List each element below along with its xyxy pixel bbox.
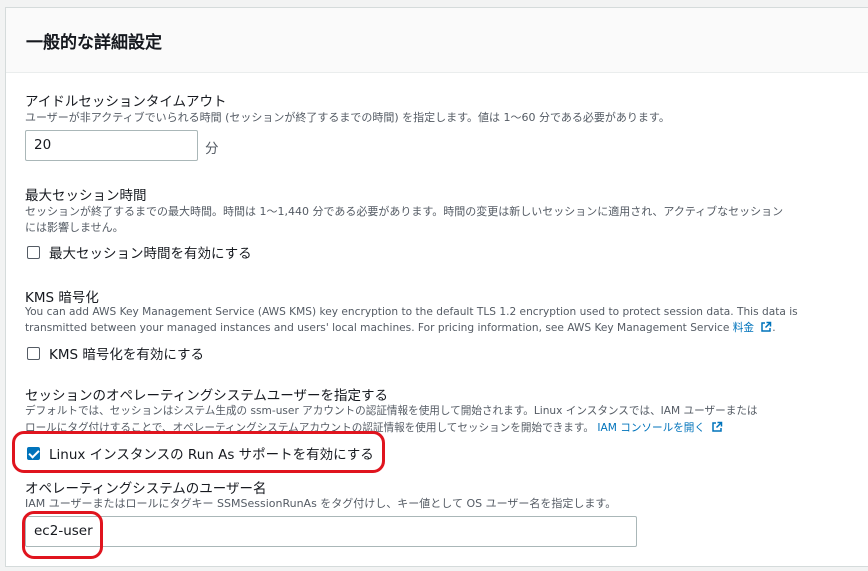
kms-checkbox[interactable]	[27, 346, 40, 360]
idle-timeout-unit: 分	[205, 141, 219, 157]
kms-period: .	[772, 322, 776, 334]
max-session-label: 最大セッション時間	[25, 188, 147, 204]
kms-description-text: transmitted between your managed instanc…	[25, 322, 730, 334]
max-session-description-line2: には影響しません。	[25, 221, 124, 234]
kms-pricing-link[interactable]: 料金	[733, 322, 754, 334]
max-session-checkbox[interactable]	[27, 245, 40, 259]
os-user-input[interactable]: ec2-user	[25, 516, 637, 547]
external-link-icon[interactable]	[711, 421, 723, 433]
kms-checkbox-label[interactable]: KMS 暗号化を有効にする	[49, 343, 204, 363]
idle-timeout-label: アイドルセッションタイムアウト	[25, 94, 227, 110]
panel-title: 一般的な詳細設定	[26, 33, 162, 53]
kms-checkbox-row[interactable]: KMS 暗号化を有効にする	[27, 343, 204, 363]
max-session-description-line1: セッションが終了するまでの最大時間。時間は 1〜1,440 分である必要がありま…	[25, 205, 784, 218]
highlight-annotation	[12, 431, 385, 473]
run-as-description-line1: デフォルトでは、セッションはシステム生成の ssm-user アカウントの認証情…	[25, 405, 758, 417]
max-session-checkbox-label[interactable]: 最大セッション時間を有効にする	[49, 242, 252, 262]
external-link-icon[interactable]	[760, 321, 772, 333]
panel-header: 一般的な詳細設定	[6, 8, 868, 73]
run-as-label: セッションのオペレーティングシステムユーザーを指定する	[25, 388, 389, 404]
highlight-annotation	[22, 511, 103, 559]
kms-description-line2: transmitted between your managed instanc…	[25, 320, 776, 336]
os-user-description: IAM ユーザーまたはロールにタグキー SSMSessionRunAs をタグ付…	[25, 497, 617, 510]
os-user-label: オペレーティングシステムのユーザー名	[25, 481, 267, 497]
kms-description-line1: You can add AWS Key Management Service (…	[25, 306, 798, 318]
iam-console-link[interactable]: IAM コンソールを開く	[597, 422, 705, 434]
idle-timeout-input[interactable]: 20	[25, 130, 198, 161]
max-session-checkbox-row[interactable]: 最大セッション時間を有効にする	[27, 242, 252, 262]
kms-label: KMS 暗号化	[25, 290, 99, 306]
idle-timeout-description: ユーザーが非アクティブでいられる時間 (セッションが終了するまでの時間) を指定…	[25, 111, 670, 124]
